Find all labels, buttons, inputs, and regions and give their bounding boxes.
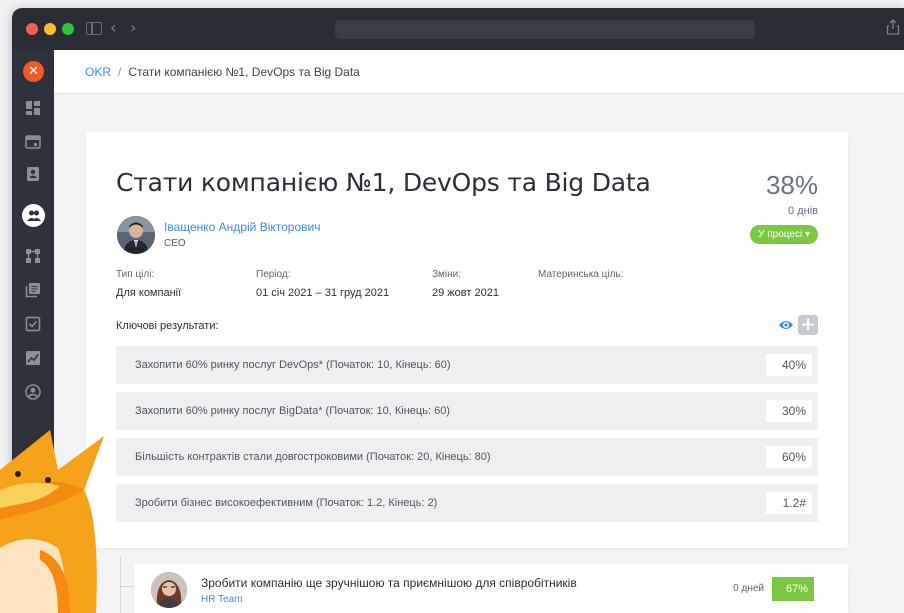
main-content: OKR / Стати компанією №1, DevOps та Big Da… — [54, 50, 904, 613]
eye-icon[interactable] — [778, 318, 794, 332]
checkbox-tasks-icon[interactable] — [25, 316, 41, 332]
key-result-row[interactable]: Більшість контрактів стали довгострокови… — [116, 438, 818, 476]
team-icon — [27, 210, 41, 221]
status-dropdown[interactable]: У процесі ▾ — [750, 225, 818, 244]
add-key-result-button[interactable]: + — [798, 315, 818, 335]
child-goal-title[interactable]: Зробити компанію ще зручнішою та приємні… — [201, 576, 577, 590]
goal-title: Стати компанією №1, DevOps та Big Data — [116, 168, 651, 197]
title-bar: ‹ › — [12, 8, 904, 50]
breadcrumb-separator: / — [118, 65, 122, 79]
browser-window: ‹ › ✕ OKR / Стати компанією №1, DevOps т… — [12, 8, 904, 613]
maximize-window-button[interactable] — [62, 23, 74, 35]
key-result-value[interactable]: 60% — [766, 446, 812, 468]
breadcrumb: OKR / Стати компанією №1, DevOps та Big Da… — [54, 50, 904, 94]
contacts-book-icon[interactable] — [25, 166, 41, 182]
child-goal-avatar[interactable] — [151, 572, 187, 608]
breadcrumb-okr-link[interactable]: OKR — [85, 65, 111, 79]
owner-avatar[interactable] — [117, 216, 155, 254]
breadcrumb-current: Стати компанією №1, DevOps та Big Data — [128, 65, 360, 79]
app-logo-icon[interactable]: ✕ — [23, 61, 44, 82]
owner-name-link[interactable]: Іващенко Андрій Вікторович — [164, 220, 320, 234]
forward-arrow-icon[interactable]: › — [130, 18, 136, 38]
share-icon[interactable] — [886, 19, 900, 35]
period-label: Період: — [256, 269, 291, 280]
key-result-text: Захопити 60% ринку послуг DevOps* (Почат… — [135, 359, 451, 371]
period-value: 01 січ 2021 – 31 груд 2021 — [256, 287, 390, 299]
key-result-value[interactable]: 30% — [766, 400, 812, 422]
owner-role: CEO — [164, 238, 186, 249]
child-goal-progress: 67% — [772, 577, 814, 601]
address-bar[interactable] — [335, 20, 755, 39]
goal-progress-percent: 38% — [765, 170, 818, 200]
parent-goal-label: Материнська ціль: — [538, 269, 624, 280]
goal-type-value: Для компанії — [116, 287, 182, 299]
dashboard-icon[interactable] — [25, 100, 41, 116]
key-result-value[interactable]: 40% — [766, 354, 812, 376]
child-goal-card[interactable]: Зробити компанію ще зручнішою та приємні… — [134, 564, 848, 613]
calendar-icon[interactable] — [25, 133, 41, 149]
changes-value: 29 жовт 2021 — [432, 287, 499, 299]
key-result-row[interactable]: Захопити 60% ринку послуг DevOps* (Почат… — [116, 346, 818, 384]
key-result-row[interactable]: Захопити 60% ринку послуг BigData* (Поча… — [116, 392, 818, 430]
user-profile-icon[interactable] — [25, 384, 41, 400]
key-result-text: Більшість контрактів стали довгострокови… — [135, 451, 491, 463]
back-arrow-icon[interactable]: ‹ — [110, 18, 116, 38]
structure-icon[interactable] — [25, 248, 41, 264]
analytics-chart-icon[interactable] — [25, 350, 41, 366]
key-results-heading: Ключові результати: — [116, 320, 219, 332]
changes-label: Зміни: — [432, 269, 462, 280]
owner-avatar-image — [117, 216, 155, 254]
goal-card: Стати компанією №1, DevOps та Big Data 3… — [86, 132, 848, 548]
sidebar-toggle-icon[interactable] — [86, 22, 102, 35]
tree-connector-vertical — [120, 557, 121, 613]
minimize-window-button[interactable] — [44, 23, 56, 35]
key-result-text: Зробити бізнес високоефективним (Початок… — [135, 497, 438, 509]
fox-mascot-illustration — [0, 430, 104, 613]
child-goal-team-link[interactable]: HR Team — [201, 594, 243, 605]
key-result-row[interactable]: Зробити бізнес високоефективним (Початок… — [116, 484, 818, 522]
close-window-button[interactable] — [26, 23, 38, 35]
library-icon[interactable] — [25, 282, 41, 298]
child-goal-days: 0 дней — [733, 583, 764, 594]
child-goal-avatar-image — [151, 572, 187, 608]
key-result-value[interactable]: 1.2# — [766, 492, 812, 514]
goal-type-label: Тип цілі: — [116, 269, 155, 280]
key-result-text: Захопити 60% ринку послуг BigData* (Поча… — [135, 405, 450, 417]
tree-connector-horizontal — [120, 586, 134, 587]
goal-days-left: 0 днів — [788, 205, 818, 217]
